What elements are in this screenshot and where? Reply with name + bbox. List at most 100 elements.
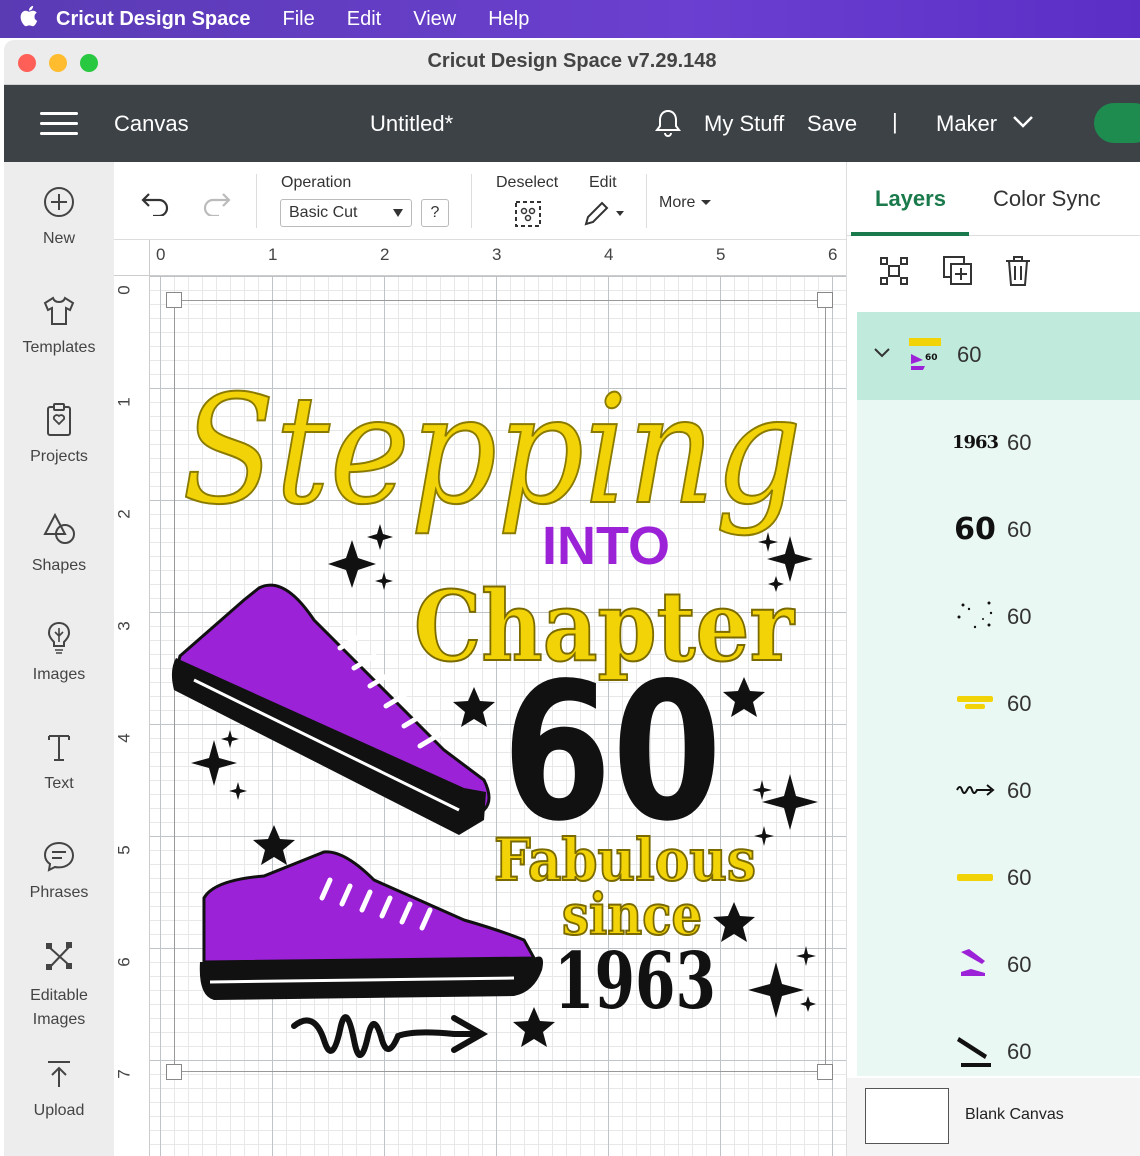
design-text-stepping: Stepping bbox=[182, 364, 802, 538]
design-canvas[interactable]: 0 1 2 3 4 5 6 0 1 2 3 4 5 6 7 Stepping I… bbox=[114, 240, 846, 1156]
lightbulb-icon bbox=[4, 616, 114, 660]
operation-select[interactable]: Basic Cut bbox=[280, 199, 412, 227]
layer-row[interactable]: 60 bbox=[857, 748, 1140, 835]
caret-down-icon bbox=[393, 209, 403, 217]
sidebar-item-label: Editable Images bbox=[30, 987, 88, 1028]
group-icon[interactable] bbox=[877, 254, 911, 293]
layer-row[interactable]: 60 bbox=[857, 661, 1140, 748]
operation-label: Operation bbox=[281, 174, 352, 191]
edit-image-icon bbox=[4, 934, 114, 978]
deselect-icon[interactable] bbox=[514, 200, 542, 233]
deselect-label: Deselect bbox=[496, 174, 559, 191]
layer-name: 60 bbox=[1007, 604, 1032, 629]
thumb-purple-shoes bbox=[953, 942, 997, 986]
layer-row[interactable]: 1963 60 bbox=[857, 400, 1140, 487]
blank-canvas-swatch[interactable] bbox=[865, 1088, 949, 1144]
layer-row[interactable]: 60 bbox=[857, 574, 1140, 661]
trash-icon[interactable] bbox=[1003, 254, 1033, 293]
thumb-60-text: 60 bbox=[954, 511, 996, 547]
sidebar-item-images[interactable]: Images bbox=[4, 616, 114, 684]
blank-canvas-label: Blank Canvas bbox=[965, 1106, 1064, 1123]
tab-layers[interactable]: Layers bbox=[875, 186, 946, 212]
left-sidebar: New Templates Projects Shapes Images Tex… bbox=[4, 162, 114, 1156]
sidebar-item-new[interactable]: New bbox=[4, 180, 114, 248]
sidebar-item-editable-images[interactable]: Editable Images bbox=[4, 934, 114, 1032]
macos-menubar: Cricut Design Space File Edit View Help bbox=[0, 0, 1140, 38]
sidebar-item-shapes[interactable]: Shapes bbox=[4, 507, 114, 575]
machine-selector[interactable]: Maker bbox=[936, 111, 997, 137]
sidebar-item-label: Templates bbox=[22, 339, 96, 356]
tab-color-sync[interactable]: Color Sync bbox=[993, 186, 1101, 212]
chevron-down-icon[interactable] bbox=[1012, 115, 1034, 134]
design-artwork[interactable]: Stepping INTO Chapter 60 Fabulous since … bbox=[114, 240, 846, 1156]
sidebar-item-templates[interactable]: Templates bbox=[4, 289, 114, 357]
layers-panel: Layers Color Sync 60 60 1963 60 60 60 60… bbox=[846, 162, 1140, 1156]
bell-icon[interactable] bbox=[652, 107, 684, 144]
edit-toolbar: Operation Basic Cut ? Deselect Edit More bbox=[114, 162, 846, 240]
sidebar-item-label: Shapes bbox=[31, 557, 87, 574]
group-name: 60 bbox=[957, 342, 982, 367]
apple-icon[interactable] bbox=[0, 4, 56, 34]
header-separator: | bbox=[892, 109, 898, 134]
window-title: Cricut Design Space v7.29.148 bbox=[427, 50, 717, 72]
menu-edit[interactable]: Edit bbox=[347, 8, 381, 31]
sidebar-item-phrases[interactable]: Phrases bbox=[4, 834, 114, 902]
squiggle-arrow bbox=[291, 1014, 477, 1058]
hamburger-menu-icon[interactable] bbox=[40, 112, 78, 136]
chevron-down-icon[interactable] bbox=[873, 346, 891, 364]
design-text-into: INTO bbox=[542, 516, 670, 576]
sidebar-item-upload[interactable]: Upload bbox=[4, 1052, 114, 1120]
chat-icon bbox=[4, 834, 114, 878]
more-label: More bbox=[659, 194, 696, 211]
thumb-fabulous-since-text bbox=[953, 681, 997, 725]
sidebar-item-projects[interactable]: Projects bbox=[4, 398, 114, 466]
save-button[interactable]: Save bbox=[807, 111, 857, 137]
redo-icon[interactable] bbox=[200, 190, 232, 221]
menu-help[interactable]: Help bbox=[488, 8, 529, 31]
duplicate-icon[interactable] bbox=[941, 254, 975, 293]
blank-canvas-row[interactable]: Blank Canvas bbox=[847, 1078, 1140, 1156]
layer-group-row[interactable]: 60 60 bbox=[857, 312, 1140, 400]
layer-row[interactable]: 60 bbox=[857, 922, 1140, 1009]
more-menu[interactable]: More bbox=[659, 194, 712, 212]
group-thumbnail: 60 bbox=[907, 334, 943, 379]
layer-row[interactable]: 60 60 bbox=[857, 487, 1140, 574]
header-section-title: Canvas bbox=[114, 111, 189, 136]
sidebar-item-label: Text bbox=[44, 775, 74, 792]
thumb-black-soles bbox=[953, 1029, 997, 1073]
upload-icon bbox=[4, 1052, 114, 1096]
layer-name: 60 bbox=[1007, 865, 1032, 890]
thumb-squiggle-arrow bbox=[953, 768, 997, 812]
layer-name: 60 bbox=[1007, 778, 1032, 803]
purple-shoe-bottom bbox=[199, 850, 543, 1000]
layer-name: 60 bbox=[1007, 1039, 1032, 1064]
sidebar-item-text[interactable]: Text bbox=[4, 725, 114, 793]
layers-list: 60 60 1963 60 60 60 60 60 60 60 60 60 bbox=[857, 312, 1140, 1076]
shirt-icon bbox=[4, 289, 114, 333]
plus-circle-icon bbox=[4, 180, 114, 224]
layer-row[interactable]: 60 bbox=[857, 835, 1140, 922]
app-header: Canvas Untitled* My Stuff Save | Maker bbox=[4, 85, 1140, 162]
design-text-1963: 1963 bbox=[554, 936, 716, 1027]
sidebar-item-label: Phrases bbox=[29, 884, 89, 901]
my-stuff-link[interactable]: My Stuff bbox=[704, 111, 784, 137]
menu-view[interactable]: View bbox=[413, 8, 456, 31]
toolbar-divider bbox=[256, 174, 257, 228]
tab-active-indicator bbox=[851, 232, 969, 236]
pencil-icon[interactable] bbox=[582, 200, 626, 233]
undo-icon[interactable] bbox=[140, 190, 172, 221]
sidebar-item-label: Upload bbox=[33, 1102, 85, 1119]
thumb-1963-text: 1963 bbox=[951, 431, 999, 453]
make-it-button[interactable] bbox=[1094, 103, 1140, 143]
thumb-stars bbox=[953, 594, 997, 638]
toolbar-divider bbox=[646, 174, 647, 228]
project-title[interactable]: Untitled* bbox=[370, 111, 453, 137]
toolbar-divider bbox=[471, 174, 472, 228]
operation-help-button[interactable]: ? bbox=[421, 199, 449, 227]
menu-file[interactable]: File bbox=[283, 8, 315, 31]
sidebar-item-label: Projects bbox=[30, 448, 88, 465]
sidebar-item-label: Images bbox=[32, 666, 86, 683]
menubar-app-name[interactable]: Cricut Design Space bbox=[56, 8, 251, 31]
shapes-icon bbox=[4, 507, 114, 551]
text-icon bbox=[4, 725, 114, 769]
